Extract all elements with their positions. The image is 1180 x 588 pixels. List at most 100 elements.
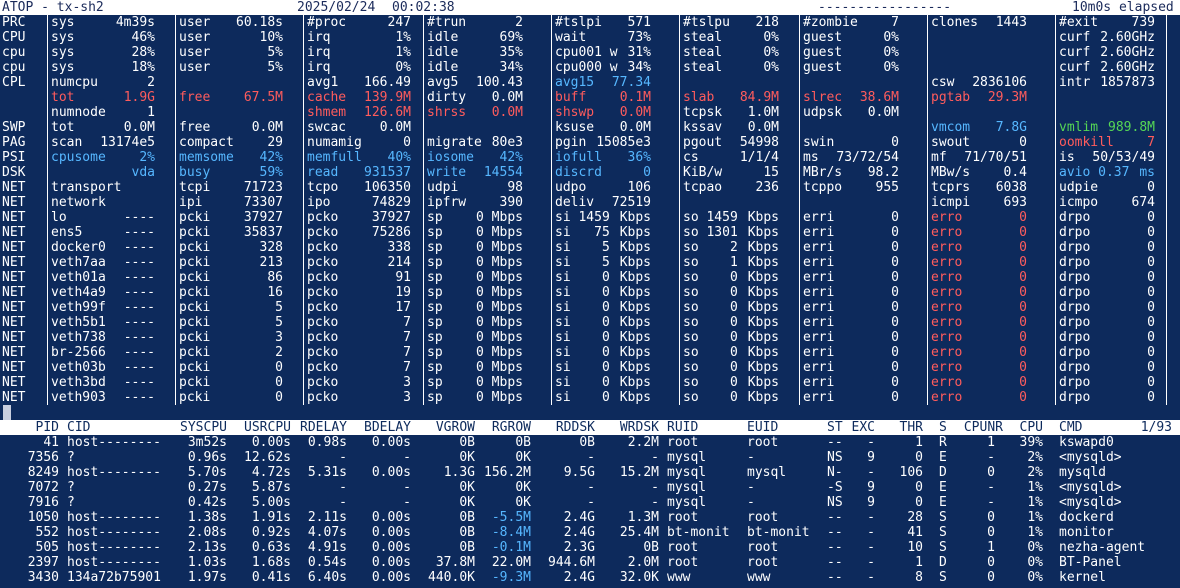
column-separator — [303, 390, 304, 405]
metric-name: pcki — [179, 240, 211, 255]
row-label: NET — [2, 240, 26, 255]
metric-name: drpo — [1059, 210, 1091, 225]
metric-value: 1857873 — [1100, 75, 1155, 90]
metric-value: 0 — [1019, 225, 1027, 240]
process-cell: 0.41s — [251, 570, 291, 585]
process-cell: 0 — [987, 570, 995, 585]
column-header: CPUNR — [963, 420, 1003, 435]
column-separator — [303, 150, 304, 165]
column-separator — [679, 90, 680, 105]
process-cell: root — [667, 510, 699, 525]
metric-value: 0.1M — [619, 90, 651, 105]
metric-value: 2.60GHz — [1100, 45, 1155, 60]
process-cell: 0.00s — [371, 570, 411, 585]
metric-name: tcpi — [179, 180, 211, 195]
metric-name: pcko — [307, 300, 339, 315]
metric-value: 0 Mbps — [476, 300, 523, 315]
process-cell: 0.42s — [187, 495, 227, 510]
column-separator — [175, 180, 176, 195]
process-cell: 37.8M — [435, 555, 475, 570]
column-separator — [679, 135, 680, 150]
process-cell: - — [867, 525, 875, 540]
column-separator — [679, 240, 680, 255]
column-separator — [799, 330, 800, 345]
metric-value: Kbps — [619, 390, 651, 405]
column-separator — [551, 345, 552, 360]
process-cell: root — [747, 435, 779, 450]
column-separator — [1055, 360, 1056, 375]
column-separator — [799, 225, 800, 240]
metric-name: drpo — [1059, 345, 1091, 360]
process-cell: bt-monit — [747, 525, 810, 540]
process-cell: 4.91s — [307, 540, 347, 555]
process-cell: 22.0M — [491, 555, 531, 570]
process-cell: root — [667, 435, 699, 450]
metric-name: drpo — [1059, 285, 1091, 300]
column-separator — [799, 90, 800, 105]
column-separator — [679, 360, 680, 375]
column-separator — [47, 375, 48, 390]
row-label: NET — [2, 300, 26, 315]
column-separator — [1166, 30, 1167, 45]
metric-name: ipi — [179, 195, 203, 210]
process-cell: 0.00s — [371, 540, 411, 555]
metric-name: cs — [683, 150, 699, 165]
metric-value: 0 — [1147, 390, 1155, 405]
column-separator — [927, 390, 928, 405]
metric-name: shmem — [307, 105, 347, 120]
metric-value: 0 — [891, 315, 899, 330]
column-separator — [423, 375, 424, 390]
metric-name: erro — [931, 390, 963, 405]
process-cell: 2.0M — [627, 555, 659, 570]
metric-name: so 0 — [683, 360, 738, 375]
metric-name: discrd — [555, 165, 602, 180]
column-separator — [927, 300, 928, 315]
process-cell: 7916 — [27, 495, 59, 510]
process-cell: - — [403, 450, 411, 465]
column-separator — [47, 270, 48, 285]
column-separator — [47, 300, 48, 315]
metric-name: erri — [803, 345, 835, 360]
column-separator — [679, 120, 680, 135]
column-separator — [303, 345, 304, 360]
metric-name: tcpsk — [683, 105, 723, 120]
metric-name: numamig — [307, 135, 362, 150]
column-separator — [1166, 15, 1167, 30]
column-header: 1/93 — [1140, 420, 1172, 435]
column-separator — [927, 285, 928, 300]
process-cell: root — [667, 540, 699, 555]
column-header: RUID — [667, 420, 699, 435]
metric-name: mf — [931, 150, 947, 165]
column-separator — [175, 15, 176, 30]
metric-value: 46% — [131, 30, 155, 45]
column-separator — [679, 345, 680, 360]
metric-name: erri — [803, 360, 835, 375]
row-label: NET — [2, 360, 26, 375]
metric-value: 0 Mbps — [476, 255, 523, 270]
metric-value: Kbps — [619, 225, 651, 240]
column-separator — [175, 210, 176, 225]
process-cell: - — [651, 450, 659, 465]
metric-name: clones — [931, 15, 978, 30]
column-separator — [1055, 225, 1056, 240]
process-cell: D — [939, 555, 947, 570]
metric-name: si 5 — [555, 255, 610, 270]
metric-name: pcki — [179, 360, 211, 375]
metric-name: drpo — [1059, 300, 1091, 315]
column-separator — [1055, 315, 1056, 330]
process-cell: 0.96s — [187, 450, 227, 465]
column-separator — [1166, 270, 1167, 285]
process-cell: 28 — [907, 510, 923, 525]
column-separator — [1055, 135, 1056, 150]
metric-value: 17 — [395, 300, 411, 315]
metric-name: erri — [803, 330, 835, 345]
metric-value: 0 Mbps — [476, 375, 523, 390]
date-label: 2025/02/24 — [297, 0, 376, 15]
column-separator — [799, 285, 800, 300]
metric-value: 69% — [499, 30, 523, 45]
column-separator — [551, 165, 552, 180]
column-separator — [1055, 75, 1056, 90]
metric-name: sys — [51, 60, 75, 75]
metric-value: 1/1/4 — [739, 150, 779, 165]
metric-value: ms — [1139, 165, 1155, 180]
